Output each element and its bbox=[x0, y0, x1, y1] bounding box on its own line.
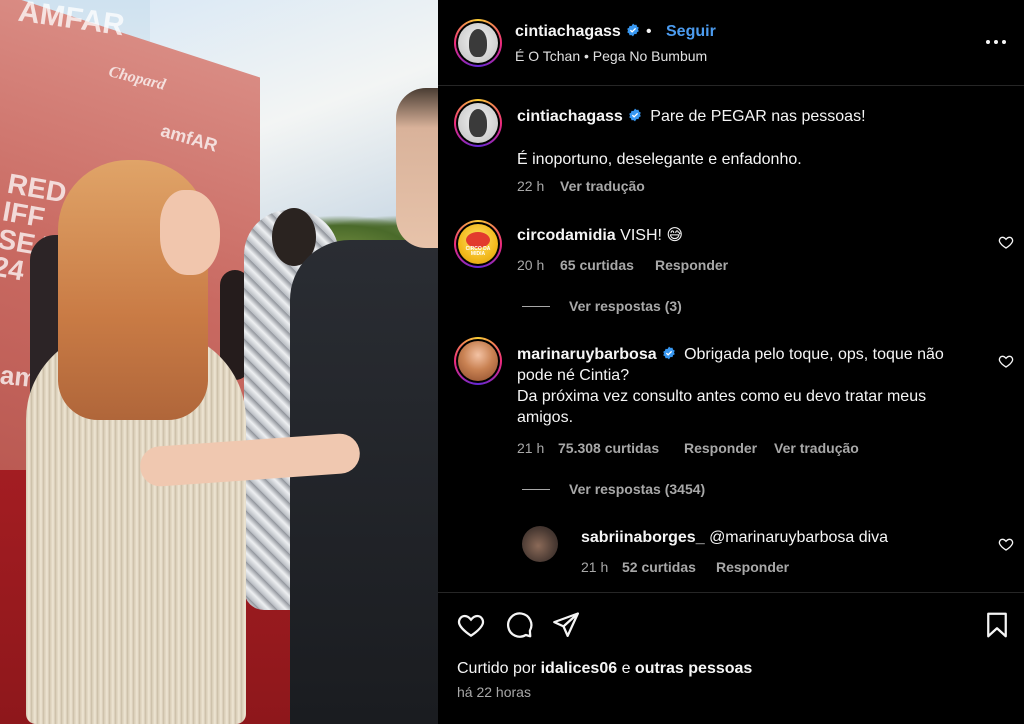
circodamidia-avatar-text: CIRCO DA MIDIA bbox=[465, 246, 491, 257]
reply-likes-count[interactable]: 52 curtidas bbox=[622, 559, 696, 575]
audio-track-label[interactable]: É O Tchan • Pega No Bumbum bbox=[515, 48, 707, 64]
comment-avatar-marinaruybarbosa[interactable] bbox=[454, 337, 502, 385]
caption-time: 22 h bbox=[517, 178, 545, 194]
caption-avatar[interactable] bbox=[454, 99, 502, 147]
comment-bubble-icon[interactable] bbox=[504, 610, 534, 640]
comment-time: 20 h bbox=[517, 257, 545, 273]
reply-username[interactable]: sabriinaborges_ bbox=[581, 529, 705, 546]
view-replies-line bbox=[522, 489, 550, 490]
comment-like-heart-icon[interactable] bbox=[998, 353, 1014, 369]
more-options-icon[interactable] bbox=[986, 32, 1008, 52]
reply-sabriinaborges: sabriinaborges_ @marinaruybarbosa diva bbox=[581, 527, 1001, 548]
comment-username[interactable]: marinaruybarbosa bbox=[517, 346, 657, 363]
view-replies-button[interactable]: Ver respostas (3454) bbox=[569, 481, 705, 497]
caption-username[interactable]: cintiachagass bbox=[517, 108, 623, 125]
save-bookmark-icon[interactable] bbox=[982, 610, 1012, 640]
author-username[interactable]: cintiachagass bbox=[515, 23, 621, 40]
comment-like-heart-icon[interactable] bbox=[998, 234, 1014, 250]
comment-likes-count[interactable]: 75.308 curtidas bbox=[558, 440, 659, 456]
man-in-suit bbox=[290, 240, 438, 724]
comment-translate-link[interactable]: Ver tradução bbox=[774, 440, 859, 456]
comment-reply-button[interactable]: Responder bbox=[655, 257, 728, 273]
comment-text: VISH! 😅 bbox=[620, 227, 684, 244]
post-side-panel: cintiachagass • Seguir É O Tchan • Pega … bbox=[438, 0, 1024, 724]
woman-face bbox=[160, 190, 220, 275]
marinaruybarbosa-avatar-image bbox=[458, 341, 498, 381]
caption-first-line: cintiachagass Pare de PEGAR nas pessoas! bbox=[517, 106, 997, 127]
view-replies-line bbox=[522, 306, 550, 307]
caption-text-line2: É inoportuno, deselegante e enfadonho. bbox=[517, 151, 802, 168]
header-separator: • bbox=[646, 23, 652, 40]
comment-likes-count[interactable]: 65 curtidas bbox=[560, 257, 634, 273]
comment-reply-button[interactable]: Responder bbox=[684, 440, 757, 456]
caption-text-line1: Pare de PEGAR nas pessoas! bbox=[650, 108, 866, 125]
comment-time: 21 h bbox=[517, 440, 545, 456]
comment-avatar-circodamidia[interactable]: CIRCO DA MIDIA bbox=[454, 220, 502, 268]
caption-translate-link[interactable]: Ver tradução bbox=[560, 178, 645, 194]
post-header: cintiachagass • Seguir É O Tchan • Pega … bbox=[438, 0, 1024, 86]
view-replies-button[interactable]: Ver respostas (3) bbox=[569, 298, 682, 314]
liked-by-text[interactable]: Curtido por idalices06 e outras pessoas bbox=[457, 660, 752, 678]
liked-mid: e bbox=[621, 660, 631, 677]
reply-time: 21 h bbox=[581, 559, 609, 575]
liked-prefix: Curtido por bbox=[457, 660, 537, 677]
liked-others[interactable]: outras pessoas bbox=[635, 660, 752, 677]
reply-reply-button[interactable]: Responder bbox=[716, 559, 789, 575]
reply-text: @marinaruybarbosa diva bbox=[709, 529, 889, 546]
author-avatar-image bbox=[458, 23, 498, 63]
caption-avatar-image bbox=[458, 103, 498, 143]
verified-badge-icon bbox=[662, 346, 675, 360]
liked-user[interactable]: idalices06 bbox=[541, 660, 618, 677]
sabriinaborges-avatar-image bbox=[522, 526, 558, 562]
verified-badge-icon bbox=[627, 23, 639, 37]
comment-text-continued: Da próxima vez consulto antes como eu de… bbox=[517, 388, 927, 426]
comment-marinaruybarbosa: marinaruybarbosa Obrigada pelo toque, op… bbox=[517, 344, 977, 428]
verified-badge-icon bbox=[629, 108, 641, 122]
post-media[interactable]: AMFAR Chopard amfAR RED IFF SEA 24 amf bbox=[0, 0, 438, 724]
man-head bbox=[396, 88, 438, 248]
comment-circodamidia: circodamidia VISH! 😅 bbox=[517, 225, 977, 246]
author-avatar[interactable] bbox=[454, 19, 502, 67]
circodamidia-avatar-image: CIRCO DA MIDIA bbox=[458, 224, 498, 264]
actions-divider bbox=[438, 592, 1024, 593]
reply-avatar-sabriinaborges[interactable] bbox=[522, 526, 558, 562]
post-timestamp: há 22 horas bbox=[457, 684, 531, 700]
comment-username[interactable]: circodamidia bbox=[517, 227, 616, 244]
share-send-icon[interactable] bbox=[551, 610, 581, 640]
follow-button[interactable]: Seguir bbox=[666, 23, 716, 41]
author-username-row[interactable]: cintiachagass bbox=[515, 23, 640, 41]
comments-list[interactable]: cintiachagass Pare de PEGAR nas pessoas!… bbox=[438, 87, 1024, 592]
like-heart-icon[interactable] bbox=[456, 610, 486, 640]
reply-like-heart-icon[interactable] bbox=[998, 536, 1014, 552]
